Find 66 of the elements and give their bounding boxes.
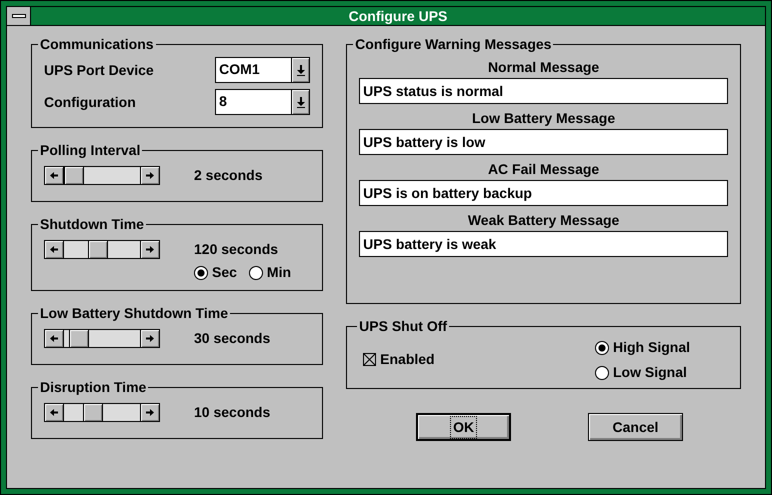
dropdown-field[interactable]: COM1 xyxy=(215,57,310,83)
value-reading: 30 seconds xyxy=(194,329,270,348)
window-title: Configure UPS xyxy=(348,6,448,26)
dash-icon xyxy=(12,14,26,18)
slider-thumb[interactable] xyxy=(64,167,84,184)
group-title: Configure Warning Messages xyxy=(354,35,552,54)
right-arrow-button[interactable] xyxy=(140,167,159,184)
left-arrow-icon xyxy=(50,409,58,416)
right-arrow-icon xyxy=(146,335,154,342)
left-arrow-button[interactable] xyxy=(45,330,64,347)
dropdown-field[interactable]: 8 xyxy=(215,89,310,115)
slider-thumb[interactable] xyxy=(88,241,108,258)
dropdown-button[interactable] xyxy=(291,90,310,114)
group-title: Low Battery Shutdown Time xyxy=(39,304,229,323)
field-label: Configuration xyxy=(44,92,136,112)
system-menu-button[interactable] xyxy=(7,7,31,25)
right-arrow-button[interactable] xyxy=(140,241,159,258)
radio-button[interactable] xyxy=(194,266,208,280)
dropdown-button[interactable] xyxy=(291,58,310,82)
dialog-button[interactable]: Cancel xyxy=(588,413,683,441)
message-label: Normal Message xyxy=(486,58,600,77)
scroll-slider[interactable] xyxy=(44,403,160,422)
down-arrow-icon xyxy=(296,64,305,76)
message-label: Weak Battery Message xyxy=(466,211,620,230)
radio-button[interactable] xyxy=(595,340,609,354)
left-arrow-icon xyxy=(50,172,58,179)
scroll-slider[interactable] xyxy=(44,240,160,259)
slider-thumb[interactable] xyxy=(82,404,103,421)
value-reading: 120 seconds xyxy=(194,240,278,259)
group-title: Polling Interval xyxy=(39,141,142,160)
radio-button[interactable] xyxy=(595,366,609,380)
left-arrow-button[interactable] xyxy=(45,241,64,258)
radio-label[interactable]: Low Signal xyxy=(613,362,687,383)
left-arrow-icon xyxy=(50,246,58,253)
message-input-field[interactable]: UPS battery is weak xyxy=(359,231,728,257)
left-arrow-button[interactable] xyxy=(45,404,64,421)
radio-label[interactable]: High Signal xyxy=(613,337,690,358)
message-input-field[interactable]: UPS status is normal xyxy=(359,78,728,104)
message-input-field[interactable]: UPS is on battery backup xyxy=(359,180,728,206)
right-arrow-icon xyxy=(146,172,154,179)
right-arrow-icon xyxy=(146,409,154,416)
right-arrow-button[interactable] xyxy=(140,330,159,347)
message-label: Low Battery Message xyxy=(470,109,616,128)
value-reading: 10 seconds xyxy=(194,403,270,422)
value-reading: 2 seconds xyxy=(194,166,262,185)
scroll-slider[interactable] xyxy=(44,166,160,185)
right-arrow-button[interactable] xyxy=(140,404,159,421)
radio-label[interactable]: Min xyxy=(266,262,292,283)
dialog-button[interactable]: OK xyxy=(416,413,512,441)
radio-button[interactable] xyxy=(248,266,263,280)
group-title: Communications xyxy=(39,35,155,54)
field-label: UPS Port Device xyxy=(44,60,154,80)
group-title: Shutdown Time xyxy=(39,215,145,234)
group-title: Disruption Time xyxy=(39,378,148,397)
message-input-field[interactable]: UPS battery is low xyxy=(359,129,728,155)
scroll-slider[interactable] xyxy=(44,329,160,348)
group-title: UPS Shut Off xyxy=(358,317,448,336)
left-arrow-button[interactable] xyxy=(45,167,64,184)
right-arrow-icon xyxy=(146,246,154,253)
down-arrow-icon xyxy=(296,96,305,108)
checkbox[interactable] xyxy=(363,353,376,366)
message-label: AC Fail Message xyxy=(486,160,600,179)
checkbox-label[interactable]: Enabled xyxy=(380,349,435,370)
slider-thumb[interactable] xyxy=(69,330,90,347)
radio-label[interactable]: Sec xyxy=(212,262,237,283)
left-arrow-icon xyxy=(50,335,58,342)
